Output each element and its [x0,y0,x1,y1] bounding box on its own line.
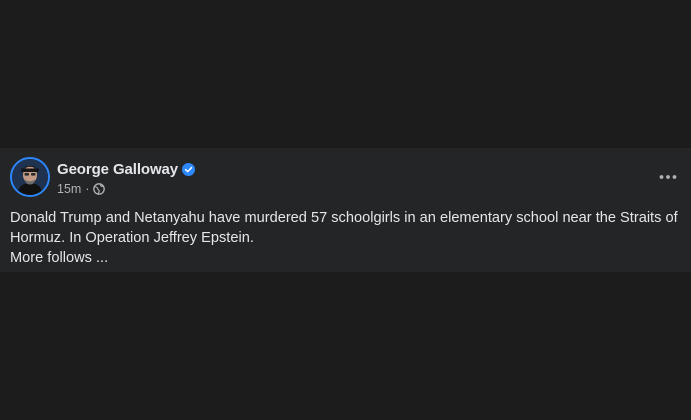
post-text-paragraph: Donald Trump and Netanyahu have murdered… [10,210,678,246]
feed-page: George Galloway 15m · Donald Trump and N… [0,0,691,420]
post-meta: 15m · [57,181,195,197]
avatar-photo [12,159,48,195]
post-card: George Galloway 15m · Donald Trump and N… [0,148,691,272]
meta-separator: · [85,182,90,196]
author-name[interactable]: George Galloway [57,161,178,178]
post-header: George Galloway 15m · [57,160,196,197]
author-avatar[interactable] [10,157,50,197]
verified-badge-icon [182,163,196,176]
author-row: George Galloway [57,160,196,179]
globe-icon[interactable] [92,183,105,195]
post-text-more-follows: More follows ... [10,250,109,266]
post-text: Donald Trump and Netanyahu have murdered… [10,208,686,268]
more-options-icon[interactable] [658,168,678,186]
post-timestamp[interactable]: 15m [57,182,81,196]
